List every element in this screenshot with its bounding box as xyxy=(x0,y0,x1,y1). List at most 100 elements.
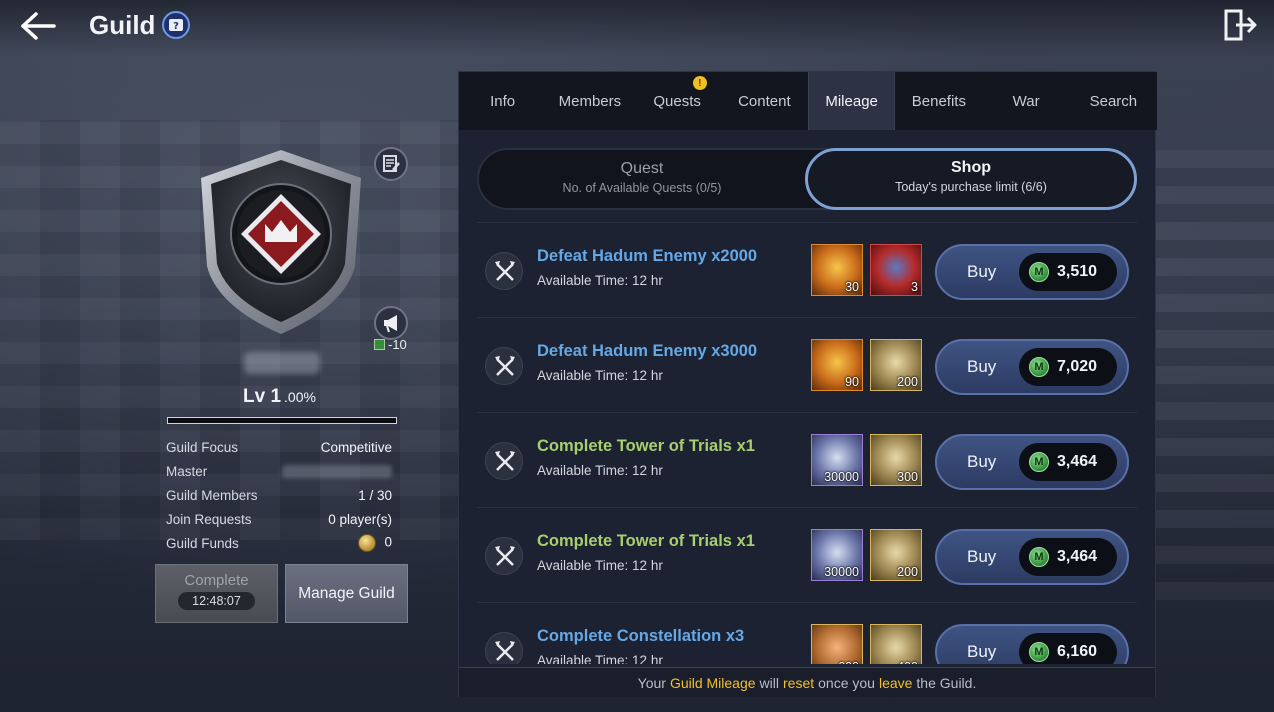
item-time: Available Time: 12 hr xyxy=(537,558,663,573)
guild-name-redacted xyxy=(244,352,320,374)
manage-guild-button[interactable]: Manage Guild xyxy=(285,564,408,623)
buy-button[interactable]: Buy M 6,160 xyxy=(935,624,1129,664)
reward-count: 200 xyxy=(897,565,918,579)
shop-segment[interactable]: Shop Today's purchase limit (6/6) xyxy=(805,148,1137,210)
megaphone-icon[interactable] xyxy=(374,306,408,340)
notice-highlight: leave xyxy=(878,674,913,691)
notice-highlight: Guild Mileage xyxy=(669,674,756,691)
tab-label: Search xyxy=(1089,92,1138,110)
reward-slot[interactable]: 400 xyxy=(870,624,922,664)
shop-list: Defeat Hadum Enemy x2000 Available Time:… xyxy=(477,222,1137,664)
row-label: Master xyxy=(166,464,208,480)
reward-slot[interactable]: 30 xyxy=(811,244,863,296)
announce-cost-value: -10 xyxy=(388,337,407,352)
price-amount: 3,464 xyxy=(1057,453,1098,470)
buy-button[interactable]: Buy M 3,464 xyxy=(935,434,1129,490)
castle-wall-right xyxy=(1154,150,1274,600)
row-label: Guild Members xyxy=(166,487,258,503)
row-value: Competitive xyxy=(320,440,392,456)
list-item: Complete Tower of Trials x1 Available Ti… xyxy=(477,507,1137,602)
tab-info[interactable]: Info xyxy=(459,72,546,130)
back-arrow-icon[interactable] xyxy=(18,10,58,42)
buy-label: Buy xyxy=(967,357,997,376)
tab-war[interactable]: War xyxy=(983,72,1070,130)
tab-label: War xyxy=(1012,92,1040,110)
exit-door-icon[interactable] xyxy=(1222,8,1258,42)
mileage-coin-icon: M xyxy=(1029,642,1049,662)
complete-button[interactable]: Complete 12:48:07 xyxy=(155,564,278,623)
row-master: Master xyxy=(166,460,392,484)
crossed-axes-icon xyxy=(485,252,523,290)
guide-help-icon[interactable]: ? xyxy=(162,11,190,39)
mileage-reset-notice: Your Guild Mileage will reset once you l… xyxy=(459,667,1155,697)
crossed-axes-icon xyxy=(485,632,523,664)
buy-label: Buy xyxy=(967,452,997,471)
tab-label: Quests xyxy=(653,92,701,110)
master-name-redacted xyxy=(282,465,392,479)
reward-slot[interactable]: 200 xyxy=(870,339,922,391)
mileage-coin-icon: M xyxy=(1029,452,1049,472)
tab-benefits[interactable]: Benefits xyxy=(895,72,982,130)
price-tag: M 3,510 xyxy=(1019,253,1117,291)
reward-count: 30000 xyxy=(824,565,859,579)
notice-text: the Guild. xyxy=(916,674,977,691)
crossed-axes-icon xyxy=(485,537,523,575)
crossed-axes-icon xyxy=(485,347,523,385)
announce-cost: -10 xyxy=(374,337,407,352)
tab-members[interactable]: Members xyxy=(546,72,633,130)
reward-slot[interactable]: 300 xyxy=(870,434,922,486)
level-progress-bar xyxy=(167,417,397,424)
shop-sub: Today's purchase limit (6/6) xyxy=(895,180,1047,194)
item-time: Available Time: 12 hr xyxy=(537,653,663,664)
crossed-axes-icon xyxy=(485,442,523,480)
reward-slot[interactable]: 30000 xyxy=(811,529,863,581)
reward-count: 200 xyxy=(897,375,918,389)
notice-text: will xyxy=(759,674,779,691)
tab-label: Members xyxy=(558,92,622,110)
notice-text: once you xyxy=(818,674,875,691)
buy-button[interactable]: Buy M 7,020 xyxy=(935,339,1129,395)
item-time: Available Time: 12 hr xyxy=(537,368,663,383)
row-label: Guild Focus xyxy=(166,440,239,456)
notice-highlight: reset xyxy=(783,674,815,691)
reward-count: 3 xyxy=(911,280,918,294)
tab-label: Mileage xyxy=(825,92,878,110)
complete-label: Complete xyxy=(184,572,249,589)
tab-label: Info xyxy=(490,92,516,110)
reward-slot[interactable]: 90 xyxy=(811,339,863,391)
reward-slot[interactable]: 600 xyxy=(811,624,863,664)
page-title: Guild xyxy=(89,10,156,40)
price-tag: M 3,464 xyxy=(1019,538,1117,576)
reward-count: 300 xyxy=(897,470,918,484)
row-join-requests: Join Requests 0 player(s) xyxy=(166,507,392,531)
reward-slot[interactable]: 200 xyxy=(870,529,922,581)
quest-segment[interactable]: Quest No. of Available Quests (0/5) xyxy=(479,150,805,208)
tab-search[interactable]: Search xyxy=(1070,72,1157,130)
reward-slot[interactable]: 3 xyxy=(870,244,922,296)
mileage-coin-icon: M xyxy=(1029,547,1049,567)
mileage-coin-icon: M xyxy=(1029,357,1049,377)
row-label: Guild Funds xyxy=(166,535,239,551)
buy-label: Buy xyxy=(967,547,997,566)
row-value-funds: 0 xyxy=(358,534,392,553)
row-guild-members: Guild Members 1 / 30 xyxy=(166,484,392,508)
top-bar-shade xyxy=(0,0,1274,56)
edit-guild-info-icon[interactable] xyxy=(374,147,408,181)
reward-count: 400 xyxy=(897,660,918,664)
tab-label: Benefits xyxy=(911,92,966,110)
list-item: Complete Tower of Trials x1 Available Ti… xyxy=(477,412,1137,507)
gem-icon xyxy=(374,339,385,350)
item-title: Complete Tower of Trials x1 xyxy=(537,532,755,550)
tab-quests[interactable]: Quests! xyxy=(634,72,721,130)
buy-button[interactable]: Buy M 3,464 xyxy=(935,529,1129,585)
funds-value: 0 xyxy=(384,534,392,550)
tab-content[interactable]: Content xyxy=(721,72,808,130)
quest-label: Quest xyxy=(620,160,664,177)
list-item: Defeat Hadum Enemy x3000 Available Time:… xyxy=(477,317,1137,412)
shop-label: Shop xyxy=(951,159,991,176)
complete-timer: 12:48:07 xyxy=(178,592,255,610)
buy-button[interactable]: Buy M 3,510 xyxy=(935,244,1129,300)
price-amount: 6,160 xyxy=(1057,643,1098,660)
reward-slot[interactable]: 30000 xyxy=(811,434,863,486)
tab-mileage[interactable]: Mileage xyxy=(808,72,896,130)
